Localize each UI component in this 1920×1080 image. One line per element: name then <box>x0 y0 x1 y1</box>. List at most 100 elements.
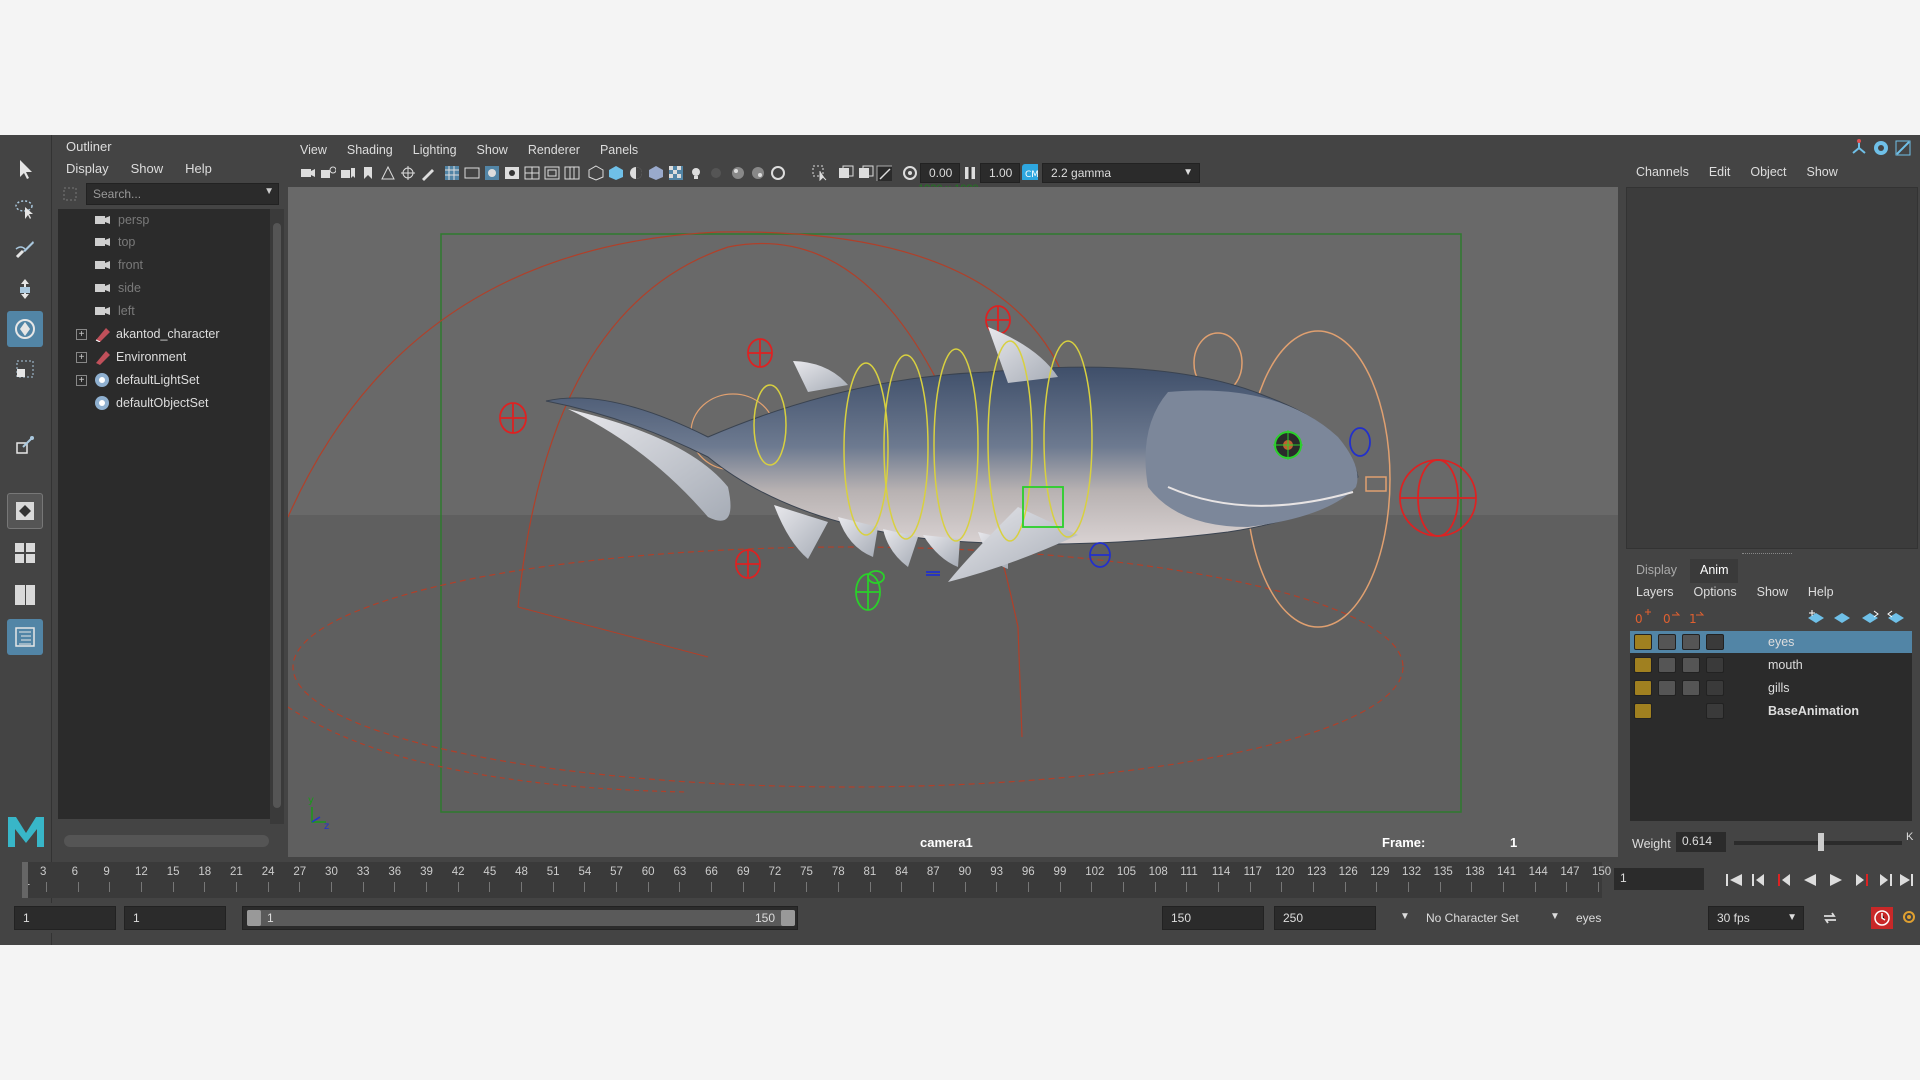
textured-icon[interactable] <box>668 165 684 181</box>
move-layer-down-icon[interactable] <box>1886 609 1906 627</box>
one-key-weight-icon[interactable]: 1 <box>1688 609 1706 627</box>
list-item[interactable]: left <box>94 300 135 322</box>
color-management-icon[interactable]: CM <box>1022 164 1038 180</box>
range-slider-handle[interactable]: 1 150 <box>247 910 795 926</box>
zero-key-layer-icon[interactable]: 0 <box>1634 609 1652 627</box>
move-tool-icon[interactable] <box>7 271 43 307</box>
menu-renderer[interactable]: Renderer <box>528 143 580 157</box>
menu-layers[interactable]: Layers <box>1636 585 1674 599</box>
image-plane-icon[interactable] <box>380 165 396 181</box>
gate-mask-icon[interactable] <box>504 165 520 181</box>
search-input[interactable]: Search... ▼ <box>86 183 279 205</box>
layer-row[interactable]: gills <box>1630 677 1912 699</box>
menu-shading[interactable]: Shading <box>347 143 393 157</box>
menu-lighting[interactable]: Lighting <box>413 143 457 157</box>
new-layer-icon[interactable] <box>1806 609 1826 627</box>
default-material-icon[interactable] <box>628 165 644 181</box>
menu-help[interactable]: Help <box>1808 585 1834 599</box>
mute-icon[interactable] <box>1682 634 1700 650</box>
list-item[interactable]: defaultObjectSet <box>58 392 270 414</box>
shadows-icon[interactable] <box>708 165 724 181</box>
menu-show[interactable]: Show <box>1757 585 1788 599</box>
3d-viewport[interactable]: y z <box>288 187 1618 857</box>
layer-row[interactable]: eyes <box>1630 631 1912 653</box>
modeling-toolkit-icon[interactable] <box>1850 139 1868 157</box>
layer-row[interactable]: BaseAnimation <box>1630 700 1912 722</box>
lock-icon[interactable] <box>1634 680 1652 696</box>
menu-options[interactable]: Options <box>1694 585 1737 599</box>
step-forward-icon[interactable] <box>1880 874 1892 886</box>
loop-icon[interactable] <box>1820 909 1840 927</box>
move-layer-up-icon[interactable] <box>1860 609 1880 627</box>
step-forward-key-icon[interactable] <box>1856 874 1868 886</box>
exposure-icon[interactable] <box>902 165 918 181</box>
scale-tool-icon[interactable] <box>7 351 43 387</box>
hud-icon[interactable] <box>838 165 854 181</box>
mute-icon[interactable] <box>1682 680 1700 696</box>
menu-view[interactable]: View <box>300 143 327 157</box>
play-backwards-icon[interactable] <box>1804 874 1816 886</box>
chevron-down-icon[interactable]: ▼ <box>264 186 274 197</box>
ghost-icon[interactable] <box>1706 680 1724 696</box>
safe-title-icon[interactable] <box>564 165 580 181</box>
fit-view-icon[interactable] <box>858 165 874 181</box>
vertical-scrollbar[interactable] <box>270 209 284 824</box>
mute-icon[interactable] <box>1682 657 1700 673</box>
camera-lock-icon[interactable] <box>320 165 336 181</box>
xray-joints-icon[interactable] <box>750 165 766 181</box>
four-view-layout-icon[interactable] <box>7 535 43 571</box>
attribute-editor-icon[interactable] <box>1872 139 1890 157</box>
menu-help[interactable]: Help <box>185 161 212 176</box>
key-weight-button[interactable]: K <box>1906 831 1918 851</box>
time-slider[interactable]: 1 36912151821242730333639424548515457606… <box>0 862 1920 898</box>
use-all-lights-icon[interactable] <box>688 165 704 181</box>
step-back-icon[interactable] <box>1752 874 1764 886</box>
solo-icon[interactable] <box>1658 680 1676 696</box>
character-set-label[interactable]: No Character Set <box>1426 911 1519 925</box>
filter-icon[interactable] <box>62 186 78 202</box>
safe-action-icon[interactable] <box>544 165 560 181</box>
splitter-handle[interactable] <box>1742 553 1792 555</box>
play-forwards-icon[interactable] <box>1830 874 1842 886</box>
paint-select-icon[interactable] <box>7 231 43 267</box>
wireframe-icon[interactable] <box>588 165 604 181</box>
anim-layer-selector[interactable]: eyes <box>1576 911 1601 925</box>
menu-object[interactable]: Object <box>1750 165 1786 179</box>
lock-icon[interactable] <box>1634 703 1652 719</box>
animation-start-field[interactable]: 1 <box>14 906 116 930</box>
exposure-field[interactable]: 0.00 <box>920 163 960 183</box>
range-start-handle[interactable] <box>247 910 261 926</box>
select-tool-icon[interactable] <box>7 151 43 187</box>
range-end-handle[interactable] <box>781 910 795 926</box>
menu-show[interactable]: Show <box>1807 165 1838 179</box>
smooth-shade-icon[interactable] <box>608 165 624 181</box>
list-item[interactable]: + defaultLightSet <box>58 369 270 391</box>
menu-show[interactable]: Show <box>131 161 164 176</box>
range-slider[interactable]: 1 150 <box>242 906 798 930</box>
bookmark-camera-icon[interactable] <box>340 165 356 181</box>
animation-end-field[interactable]: 250 <box>1274 906 1376 930</box>
ambient-occlusion-icon[interactable] <box>770 165 786 181</box>
menu-channels[interactable]: Channels <box>1636 165 1689 179</box>
weight-slider-handle[interactable] <box>1818 833 1824 851</box>
view-transform-dropdown[interactable]: 2.2 gamma ▼ <box>1042 163 1200 183</box>
isolate-select-icon[interactable] <box>812 165 828 181</box>
playback-start-field[interactable]: 1 <box>124 906 226 930</box>
layer-row[interactable]: mouth <box>1630 654 1912 676</box>
list-item[interactable]: front <box>94 254 143 276</box>
step-back-key-icon[interactable] <box>1778 874 1790 886</box>
animation-preferences-icon[interactable] <box>1900 908 1918 926</box>
playback-end-field[interactable]: 150 <box>1162 906 1264 930</box>
antialiasing-icon[interactable] <box>790 165 806 181</box>
tab-anim[interactable]: Anim <box>1690 559 1739 583</box>
chevron-down-icon[interactable]: ▼ <box>1400 911 1410 922</box>
outliner-layout-icon[interactable] <box>7 619 43 655</box>
tab-display[interactable]: Display <box>1626 559 1687 583</box>
list-item[interactable]: + Environment <box>58 346 270 368</box>
2d-pan-zoom-icon[interactable] <box>400 165 416 181</box>
grid-icon[interactable] <box>444 165 460 181</box>
list-item[interactable]: persp <box>94 209 149 231</box>
weight-field[interactable]: 0.614 <box>1676 832 1726 852</box>
xray-icon[interactable] <box>730 165 746 181</box>
go-to-end-icon[interactable] <box>1900 874 1913 886</box>
